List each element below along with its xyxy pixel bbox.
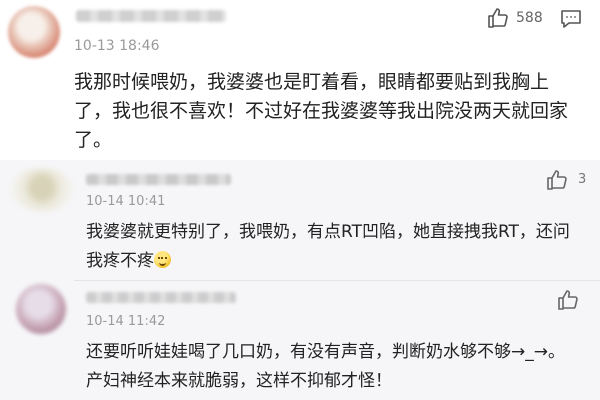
reply-list: 10-14 10:41 3 我婆婆就更特别了，我喂奶，有点RT凹陷，她直接拽我R…: [0, 160, 600, 400]
reply-timestamp: 10-14 11:42: [86, 314, 166, 329]
comment-text: 我那时候喂奶，我婆婆也是盯着看，眼睛都要贴到我胸上了，我也很不喜欢！不过好在我婆…: [74, 71, 569, 151]
divider: [74, 280, 600, 281]
reply-icon[interactable]: [560, 8, 582, 30]
thumbs-up-icon[interactable]: [556, 288, 580, 312]
thumbs-up-icon[interactable]: [545, 168, 569, 192]
avatar[interactable]: [10, 168, 74, 212]
reply-text: 还要听听娃娃喝了几口奶，有没有声音，判断奶水够不够→_→。 产妇神经本来就脆弱，…: [86, 338, 591, 396]
username-blurred[interactable]: [76, 10, 226, 22]
main-comment: 10-13 18:46 588 我那时候喂奶，我婆婆也是盯着看，眼睛都要贴到我胸…: [0, 0, 600, 160]
avatar[interactable]: [16, 284, 66, 334]
reply-timestamp: 10-14 10:41: [86, 194, 166, 209]
reply-text-line: 还要听听娃娃喝了几口奶，有没有声音，判断奶水够不够→_→。: [86, 342, 565, 362]
smile-emoji-icon: [154, 251, 171, 268]
like-count: 588: [516, 10, 543, 26]
username-blurred[interactable]: [86, 292, 236, 303]
like-count: 3: [578, 172, 587, 187]
username-blurred[interactable]: [86, 174, 231, 185]
avatar[interactable]: [8, 6, 60, 58]
thumbs-up-icon[interactable]: [486, 6, 510, 30]
reply-text: 我婆婆就更特别了，我喂奶，有点RT凹陷，她直接拽我RT，还问我疼不疼: [86, 218, 586, 276]
reply-text-line: 产妇神经本来就脆弱，这样不抑郁才怪！: [86, 371, 392, 391]
comment-timestamp: 10-13 18:46: [74, 38, 160, 54]
